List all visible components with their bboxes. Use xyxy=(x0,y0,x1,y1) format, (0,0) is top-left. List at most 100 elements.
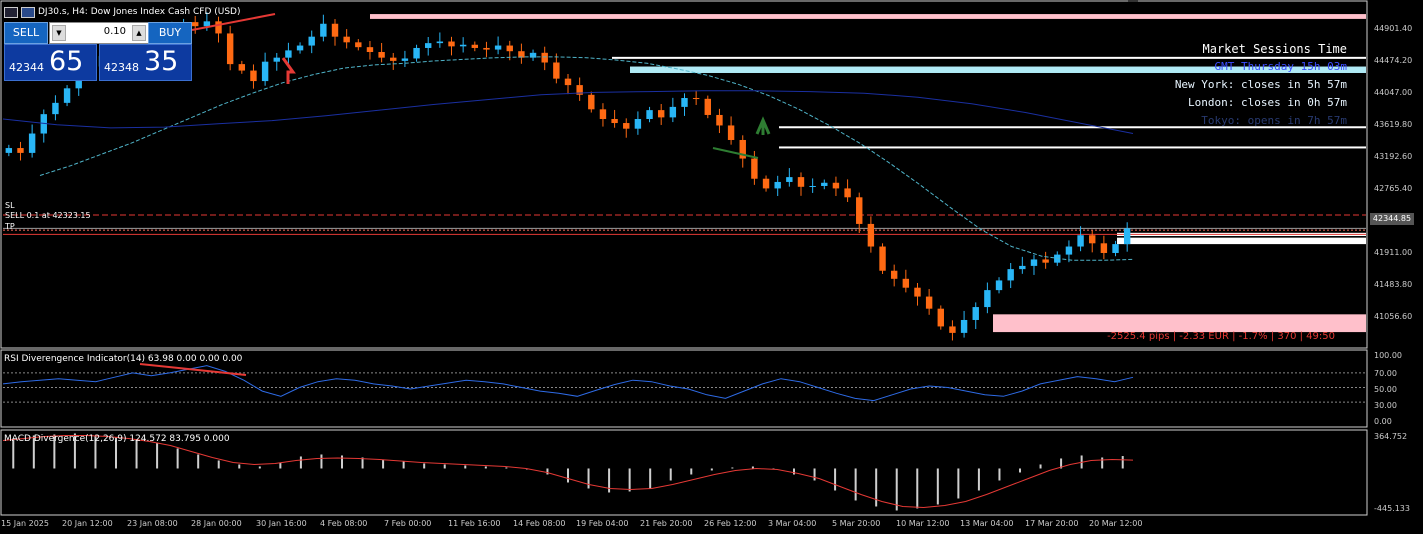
macd-bar xyxy=(628,468,631,492)
candle xyxy=(413,47,420,59)
candle xyxy=(809,185,816,187)
candle xyxy=(774,181,781,189)
macd-bar xyxy=(320,454,323,469)
candle xyxy=(483,47,490,50)
candle xyxy=(425,43,432,48)
candle xyxy=(681,98,688,107)
time-tick: 5 Mar 20:00 xyxy=(832,519,881,528)
macd-bar xyxy=(176,448,179,469)
rsi-tick: 30.00 xyxy=(1374,401,1397,410)
macd-bar xyxy=(957,468,960,499)
lot-size-value[interactable]: 0.10 xyxy=(104,26,126,37)
sell-order-label[interactable]: SELL 0.1 at 42323.15 xyxy=(5,211,91,220)
sessions-title: Market Sessions Time xyxy=(1202,42,1348,56)
candle xyxy=(366,47,374,53)
candle xyxy=(285,50,292,58)
rsi-tick: 70.00 xyxy=(1374,369,1397,378)
one-click-trading-panel: SELL ▼ 0.10 ▲ BUY 42344 65 42348 35 xyxy=(4,22,192,81)
price-tick: 44474.20 xyxy=(1374,56,1413,65)
macd-bar xyxy=(279,462,282,469)
symbol-title: DJ30.s, H4: Dow Jones Index Cash CFD (US… xyxy=(38,7,241,17)
macd-bar xyxy=(731,467,734,469)
macd-bar xyxy=(402,461,405,469)
candle xyxy=(832,182,840,189)
macd-bar xyxy=(1039,464,1042,469)
sell-price-box[interactable]: 42344 65 xyxy=(4,44,97,81)
sell-button[interactable]: SELL xyxy=(4,22,48,44)
macd-bar xyxy=(546,468,549,475)
rsi-grid xyxy=(3,372,1366,403)
candle xyxy=(669,106,677,118)
candle xyxy=(343,36,350,43)
candle xyxy=(1089,235,1096,244)
candle xyxy=(494,45,502,50)
candle xyxy=(52,102,59,115)
candle xyxy=(588,94,595,110)
candle xyxy=(949,326,956,333)
candle xyxy=(856,197,863,224)
macd-bar xyxy=(423,463,426,469)
candle xyxy=(331,23,339,37)
macd-bar xyxy=(341,455,343,469)
candle xyxy=(1123,228,1131,245)
time-tick: 30 Jan 16:00 xyxy=(256,519,307,528)
price-tick: 42765.40 xyxy=(1374,184,1413,193)
candle xyxy=(1100,243,1108,253)
buy-button[interactable]: BUY xyxy=(148,22,192,44)
candle xyxy=(5,148,13,153)
price-tick: 43192.60 xyxy=(1374,152,1413,161)
candle xyxy=(890,270,898,279)
price-zone xyxy=(993,314,1366,333)
candle xyxy=(867,223,875,247)
rsi-line xyxy=(2,365,1134,402)
sell-price-prefix: 42344 xyxy=(9,61,44,74)
macd-bar xyxy=(1019,468,1021,473)
candle xyxy=(215,21,222,34)
macd-bar xyxy=(854,468,857,501)
candle xyxy=(203,21,211,27)
macd-bar xyxy=(464,465,467,469)
time-tick: 20 Mar 12:00 xyxy=(1089,519,1143,528)
price-tick: 41483.80 xyxy=(1374,280,1413,289)
macd-bar xyxy=(669,468,672,481)
macd-bar xyxy=(813,468,816,481)
buy-price-box[interactable]: 42348 35 xyxy=(99,44,192,81)
candle xyxy=(995,280,1003,291)
macd-bar xyxy=(1121,456,1124,469)
candle xyxy=(902,278,910,288)
candle xyxy=(192,22,199,27)
signal-markers xyxy=(191,13,771,159)
current-price-tag: 42344.85 xyxy=(1370,213,1414,225)
market-sessions-panel: Market Sessions Time GMT Thursday 15h 03… xyxy=(1175,40,1347,130)
tp-label[interactable]: TP xyxy=(5,222,15,231)
candle xyxy=(634,119,642,129)
lot-decrease-button[interactable]: ▼ xyxy=(52,25,66,41)
candle xyxy=(378,52,385,58)
macd-bar xyxy=(875,468,878,507)
rsi-indicator-title: RSI Diverengence Indicator(14) 63.98 0.0… xyxy=(4,354,243,364)
candle xyxy=(727,125,735,140)
time-tick: 21 Feb 20:00 xyxy=(640,519,693,528)
candle xyxy=(1065,246,1073,255)
candle xyxy=(459,44,467,47)
candle xyxy=(762,178,770,189)
lot-size-field[interactable]: ▼ 0.10 ▲ xyxy=(49,22,149,44)
divergence-line xyxy=(712,147,759,159)
time-tick: 7 Feb 00:00 xyxy=(384,519,432,528)
sl-label[interactable]: SL xyxy=(5,201,15,210)
candle xyxy=(611,119,618,124)
sessions-tokyo: Tokyo: opens in 7h 57m xyxy=(1201,114,1347,127)
time-tick: 14 Feb 08:00 xyxy=(513,519,566,528)
candle xyxy=(355,42,362,48)
candle xyxy=(914,287,921,297)
price-tick: 43619.80 xyxy=(1374,120,1413,129)
candle xyxy=(63,88,71,103)
lot-increase-button[interactable]: ▲ xyxy=(132,25,146,41)
rsi-tick: 50.00 xyxy=(1374,385,1397,394)
candle xyxy=(984,290,991,308)
candle xyxy=(296,45,304,51)
candle xyxy=(238,64,246,71)
macd-histogram xyxy=(12,433,1124,511)
macd-bar xyxy=(217,460,220,469)
macd-bar xyxy=(156,442,159,469)
